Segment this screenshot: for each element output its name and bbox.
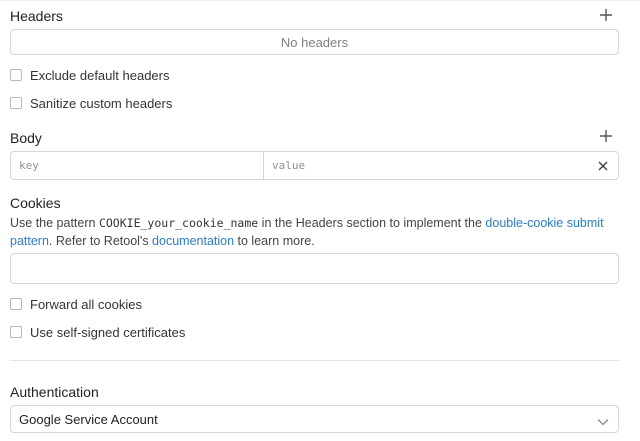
section-divider [10,360,620,361]
add-body-plus-icon[interactable] [599,129,613,143]
self-signed-certificates-checkbox[interactable] [10,326,22,338]
cookies-desc-text-2: in the Headers section to implement the [258,216,486,230]
authentication-select[interactable]: Google Service Account [10,405,619,433]
exclude-default-headers-label: Exclude default headers [30,67,170,83]
forward-all-cookies-option[interactable]: Forward all cookies [10,296,142,312]
body-key-placeholder: key [19,159,39,172]
authentication-title: Authentication [10,384,99,400]
chevron-down-icon [597,414,609,429]
sanitize-custom-headers-option[interactable]: Sanitize custom headers [10,95,172,111]
body-key-value-row: key value [10,151,619,180]
sanitize-custom-headers-checkbox[interactable] [10,97,22,109]
no-headers-placeholder: No headers [10,29,619,55]
body-key-input[interactable]: key [11,152,264,179]
self-signed-certificates-label: Use self-signed certificates [30,324,186,340]
body-title: Body [10,130,42,146]
top-border [0,0,640,1]
self-signed-certificates-option[interactable]: Use self-signed certificates [10,324,185,340]
add-header-plus-icon[interactable] [599,8,613,22]
documentation-link[interactable]: documentation [152,234,234,248]
cookies-desc-text-3: . Refer to Retool's [48,234,153,248]
cookies-input[interactable] [10,253,619,284]
remove-body-row-close-icon[interactable] [588,152,618,179]
exclude-default-headers-checkbox[interactable] [10,69,22,81]
headers-title: Headers [10,8,63,24]
forward-all-cookies-label: Forward all cookies [30,296,142,312]
cookies-desc-text-4: to learn more. [234,234,315,248]
cookies-title: Cookies [10,195,61,211]
no-headers-text: No headers [280,34,349,50]
exclude-default-headers-option[interactable]: Exclude default headers [10,67,169,83]
authentication-selected-value: Google Service Account [19,411,158,427]
body-value-placeholder: value [272,159,306,172]
forward-all-cookies-checkbox[interactable] [10,298,22,310]
cookie-pattern-code: COOKIE_your_cookie_name [98,216,259,230]
cookies-description: Use the pattern COOKIE_your_cookie_name … [10,214,620,250]
sanitize-custom-headers-label: Sanitize custom headers [30,95,173,111]
body-value-input[interactable]: value [264,152,588,179]
cookies-desc-text-1: Use the pattern [10,216,99,230]
